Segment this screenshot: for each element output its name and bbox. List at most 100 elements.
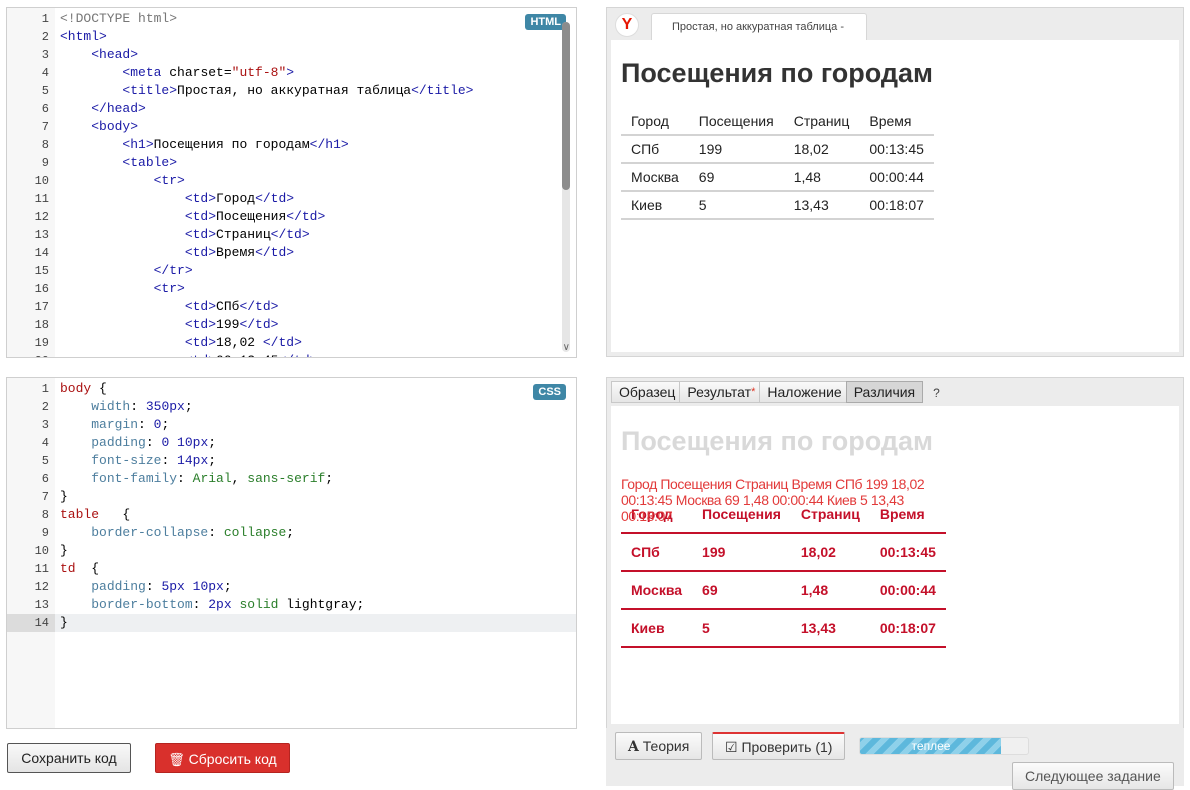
- html-code-text[interactable]: <h1>Посещения по городам</h1>: [60, 136, 348, 154]
- html-code-text[interactable]: <td>Страниц</td>: [60, 226, 310, 244]
- html-code-text[interactable]: <table>: [60, 154, 177, 172]
- diff-table-cell: 13,43: [790, 609, 870, 648]
- css-code-line[interactable]: 4 padding: 0 10px;: [7, 434, 576, 452]
- preview-table-cell: 00:13:45: [859, 135, 934, 164]
- css-code-text[interactable]: }: [60, 542, 68, 560]
- scroll-down-icon[interactable]: ∨: [563, 342, 570, 353]
- css-code-text[interactable]: border-collapse: collapse;: [60, 524, 294, 542]
- css-code-line[interactable]: 3 margin: 0;: [7, 416, 576, 434]
- html-editor-lines[interactable]: 1 <!DOCTYPE html> 2 <html> 3 <head> 4 <meta c…: [7, 10, 576, 357]
- html-code-line[interactable]: 20 <td>00:13:45</td>: [7, 352, 576, 357]
- css-code-text[interactable]: width: 350px;: [60, 398, 192, 416]
- css-code-line[interactable]: 8 table {: [7, 506, 576, 524]
- diff-tab[interactable]: Образец: [611, 381, 684, 403]
- css-code-text[interactable]: table {: [60, 506, 130, 524]
- preview-table-cell: 00:00:44: [859, 163, 934, 192]
- html-code-text[interactable]: <td>Время</td>: [60, 244, 294, 262]
- html-code-line[interactable]: 19 <td>18,02 </td>: [7, 334, 576, 352]
- css-code-text[interactable]: border-bottom: 2px solid lightgray;: [60, 596, 364, 614]
- css-code-line[interactable]: 2 width: 350px;: [7, 398, 576, 416]
- html-code-line[interactable]: 3 <head>: [7, 46, 576, 64]
- html-code-line[interactable]: 17 <td>СПб</td>: [7, 298, 576, 316]
- html-code-line[interactable]: 15 </tr>: [7, 262, 576, 280]
- html-code-line[interactable]: 6 </head>: [7, 100, 576, 118]
- html-code-line[interactable]: 16 <tr>: [7, 280, 576, 298]
- html-code-text[interactable]: <html>: [60, 28, 107, 46]
- unsaved-star-icon: *: [751, 386, 756, 398]
- css-code-line[interactable]: 13 border-bottom: 2px solid lightgray;: [7, 596, 576, 614]
- html-code-line[interactable]: 18 <td>199</td>: [7, 316, 576, 334]
- css-line-number: 10: [34, 544, 49, 558]
- css-code-line[interactable]: 12 padding: 5px 10px;: [7, 578, 576, 596]
- css-code-line[interactable]: 14}: [7, 614, 576, 632]
- css-line-number: 12: [34, 580, 49, 594]
- html-code-text[interactable]: <td>Город</td>: [60, 190, 294, 208]
- html-code-text[interactable]: <title>Простая, но аккуратная таблица</t…: [60, 82, 473, 100]
- css-code-text[interactable]: }: [60, 488, 68, 506]
- html-code-line[interactable]: 2 <html>: [7, 28, 576, 46]
- css-code-line[interactable]: 5 font-size: 14px;: [7, 452, 576, 470]
- html-line-number: 16: [34, 282, 49, 296]
- css-code-text[interactable]: font-family: Arial, sans-serif;: [60, 470, 333, 488]
- html-code-line[interactable]: 14 <td>Время</td>: [7, 244, 576, 262]
- html-code-line[interactable]: 11 <td>Город</td>: [7, 190, 576, 208]
- html-code-line[interactable]: 7 <body>: [7, 118, 576, 136]
- book-icon: A: [628, 739, 639, 755]
- html-code-text[interactable]: </head>: [60, 100, 146, 118]
- browser-tab[interactable]: Простая, но аккуратная таблица -: [651, 13, 867, 40]
- check-button[interactable]: ☑ Проверить (1): [712, 732, 846, 760]
- html-editor-scroll-thumb[interactable]: [562, 22, 570, 190]
- css-code-line[interactable]: 11 td {: [7, 560, 576, 578]
- preview-table-row: Город Посещения Страниц Время: [621, 108, 934, 136]
- browser-tabbar: Y Простая, но аккуратная таблица -: [607, 8, 1183, 40]
- css-editor[interactable]: 1 body {2 width: 350px; 3 margin: 0; 4 padd…: [6, 377, 577, 729]
- html-code-line[interactable]: 5 <title>Простая, но аккуратная таблица<…: [7, 82, 576, 100]
- html-code-text[interactable]: <td>Посещения</td>: [60, 208, 325, 226]
- css-code-text[interactable]: padding: 5px 10px;: [60, 578, 231, 596]
- html-code-line[interactable]: 12 <td>Посещения</td>: [7, 208, 576, 226]
- css-line-number: 14: [7, 614, 55, 632]
- html-code-text[interactable]: <td>199</td>: [60, 316, 279, 334]
- html-code-text[interactable]: <tr>: [60, 280, 185, 298]
- html-code-line[interactable]: 9 <table>: [7, 154, 576, 172]
- html-code-text[interactable]: <td>18,02 </td>: [60, 334, 302, 352]
- html-code-text[interactable]: <meta charset="utf-8">: [60, 64, 294, 82]
- html-line-number: 4: [41, 66, 49, 80]
- css-code-text[interactable]: font-size: 14px;: [60, 452, 216, 470]
- css-code-text[interactable]: }: [60, 614, 68, 632]
- task-bottom-bar: A Теория ☑ Проверить (1) теплее Следующе…: [606, 728, 1184, 790]
- html-code-line[interactable]: 4 <meta charset="utf-8">: [7, 64, 576, 82]
- html-code-text[interactable]: <td>СПб</td>: [60, 298, 279, 316]
- diff-tab[interactable]: Различия: [845, 381, 924, 403]
- html-code-line[interactable]: 13 <td>Страниц</td>: [7, 226, 576, 244]
- html-code-text[interactable]: <!DOCTYPE html>: [60, 10, 177, 28]
- theory-button[interactable]: A Теория: [615, 732, 703, 760]
- css-code-text[interactable]: body {: [60, 380, 107, 398]
- css-code-line[interactable]: 10}: [7, 542, 576, 560]
- diff-tab[interactable]: Наложение: [759, 381, 850, 403]
- html-code-text[interactable]: <tr>: [60, 172, 185, 190]
- html-code-text[interactable]: <body>: [60, 118, 138, 136]
- diff-tab[interactable]: Результат*: [679, 381, 764, 403]
- html-code-line[interactable]: 8 <h1>Посещения по городам</h1>: [7, 136, 576, 154]
- css-code-text[interactable]: margin: 0;: [60, 416, 169, 434]
- css-code-line[interactable]: 7}: [7, 488, 576, 506]
- html-code-text[interactable]: </tr>: [60, 262, 193, 280]
- html-code-line[interactable]: 10 <tr>: [7, 172, 576, 190]
- css-code-line[interactable]: 6 font-family: Arial, sans-serif;: [7, 470, 576, 488]
- css-code-text[interactable]: td {: [60, 560, 99, 578]
- html-code-text[interactable]: <head>: [60, 46, 138, 64]
- html-editor[interactable]: 1 <!DOCTYPE html> 2 <html> 3 <head> 4 <meta c…: [6, 7, 577, 358]
- reset-code-button[interactable]: 🗑 Сбросить код: [155, 743, 290, 773]
- css-code-text[interactable]: padding: 0 10px;: [60, 434, 216, 452]
- html-editor-scrollbar[interactable]: [562, 22, 570, 352]
- css-code-line[interactable]: 1 body {: [7, 380, 576, 398]
- css-code-line[interactable]: 9 border-collapse: collapse;: [7, 524, 576, 542]
- save-code-button[interactable]: Сохранить код: [7, 743, 131, 773]
- html-code-text[interactable]: <td>00:13:45</td>: [60, 352, 318, 357]
- help-icon[interactable]: ?: [933, 386, 940, 400]
- css-editor-lines[interactable]: 1 body {2 width: 350px; 3 margin: 0; 4 padd…: [7, 380, 576, 632]
- yandex-browser-icon[interactable]: Y: [615, 13, 639, 37]
- preview-table-cell: Киев: [621, 191, 689, 220]
- html-code-line[interactable]: 1 <!DOCTYPE html>: [7, 10, 576, 28]
